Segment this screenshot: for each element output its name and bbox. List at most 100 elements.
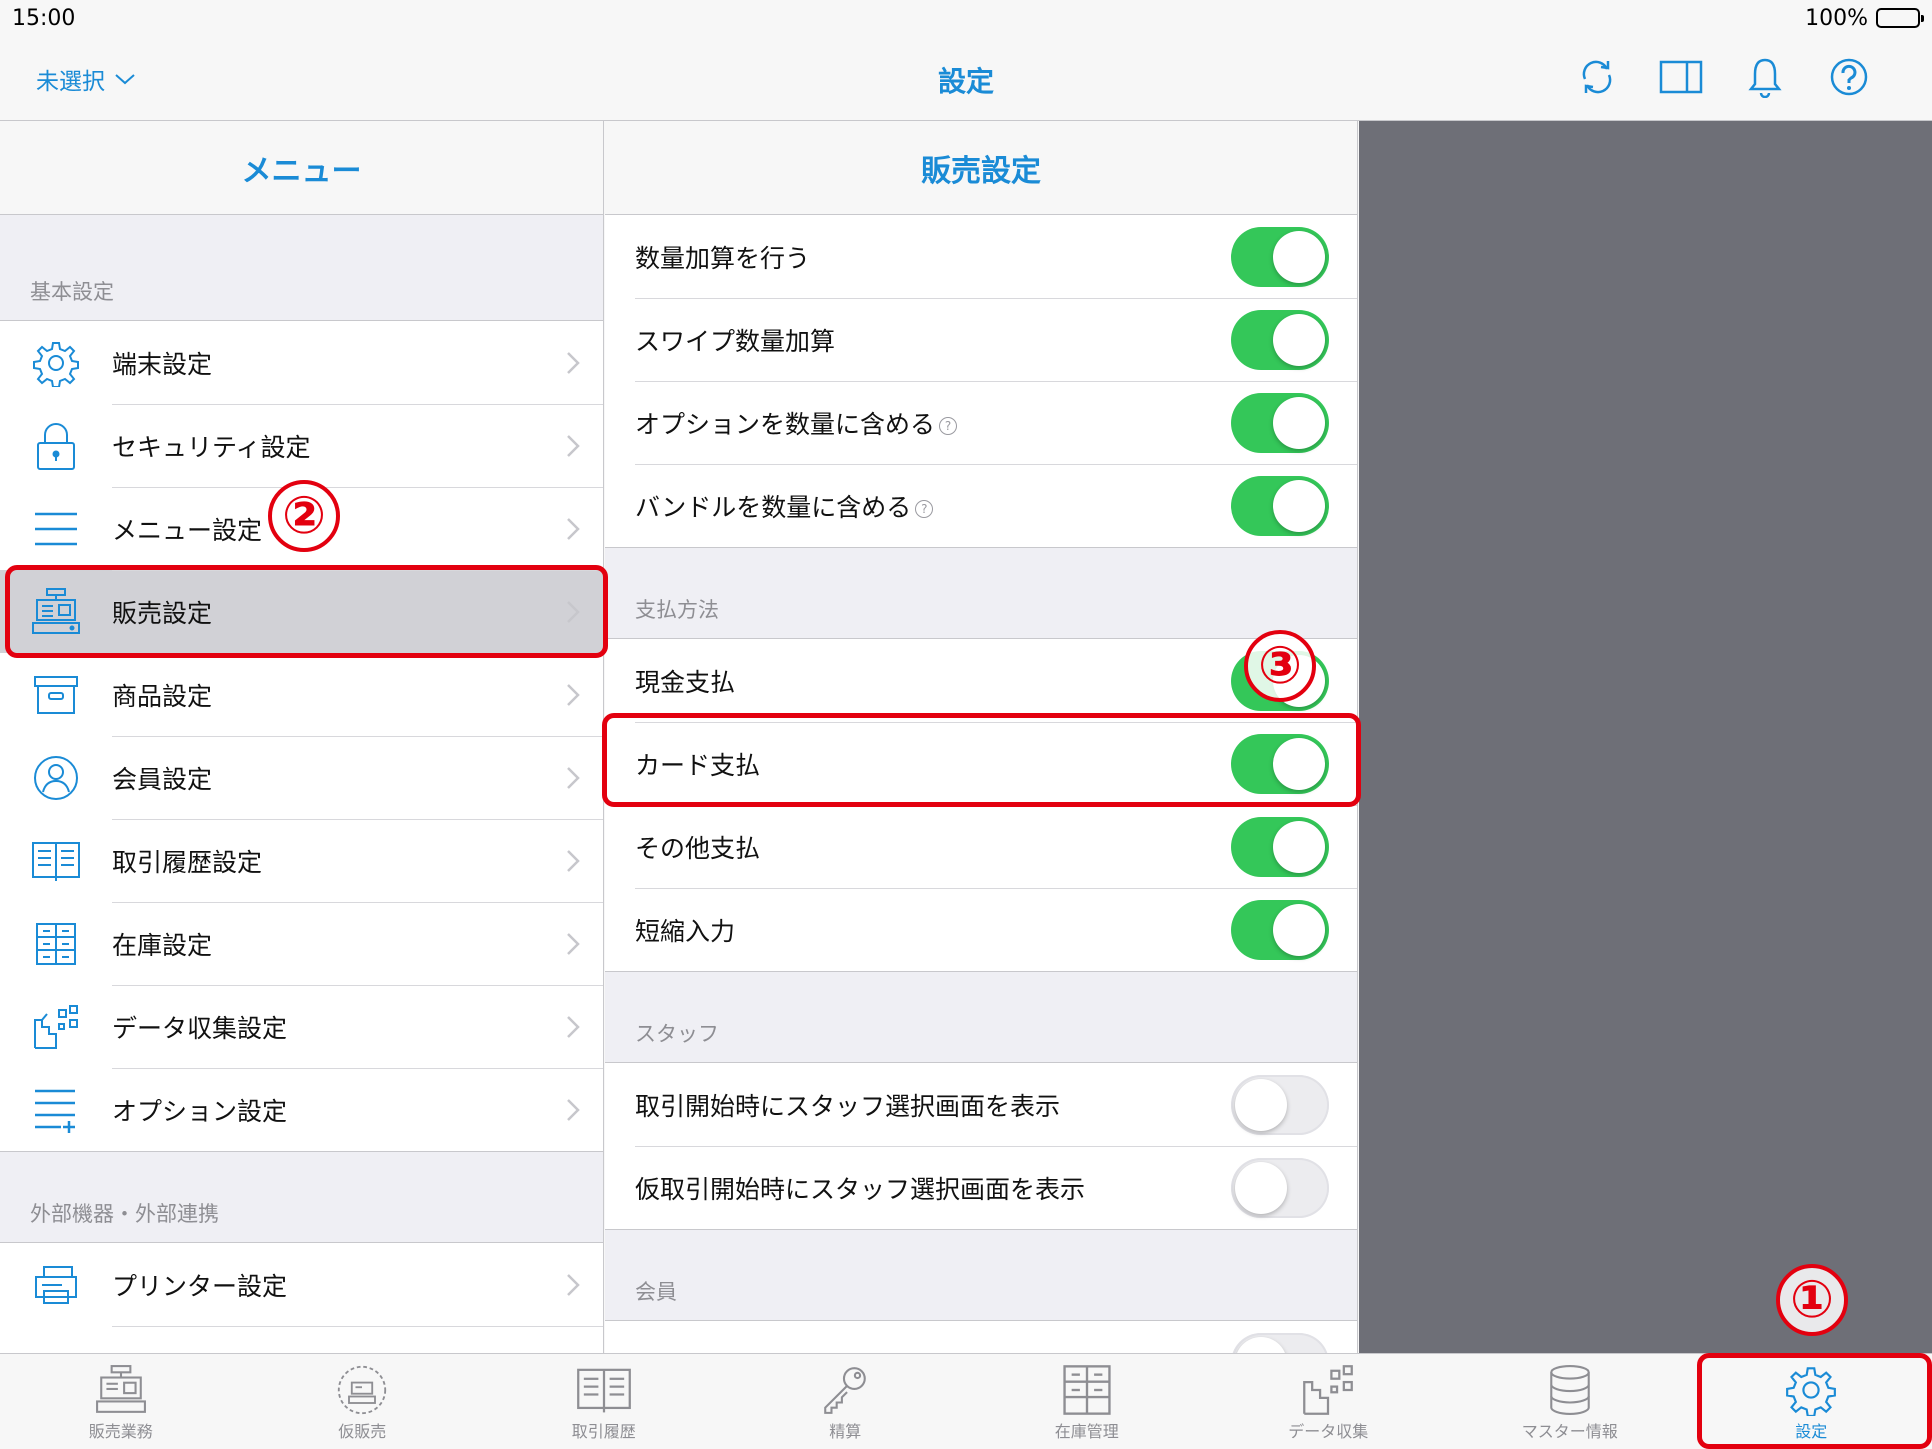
setting-row: オプションを数量に含める? [605, 381, 1357, 464]
settings-group-payment: 現金支払 カード支払 その他支払 短縮入力 [605, 638, 1357, 972]
database-icon [1549, 1365, 1590, 1415]
app-window: 15:00 100% 未選択 設定 メニュー 基本設定 端末設定 セキュリティ設… [0, 0, 1932, 1449]
printer-icon [0, 1265, 112, 1305]
box-icon [0, 675, 112, 715]
chevron-right-icon [543, 434, 603, 458]
book-icon [0, 839, 112, 883]
store-selector[interactable]: 未選択 [36, 62, 137, 96]
tab-bar: 販売業務 仮販売 取引履歴 精算 在庫管理 データ収集 マスター情報 設定 [0, 1353, 1932, 1449]
toggle-switch[interactable] [1231, 392, 1329, 453]
tab-settlement[interactable]: 精算 [725, 1354, 967, 1449]
register-icon [0, 587, 112, 637]
toggle-switch[interactable] [1231, 1074, 1329, 1135]
chevron-right-icon [543, 932, 603, 956]
toggle-switch[interactable] [1231, 1157, 1329, 1218]
setting-row: 数量加算を行う [605, 215, 1357, 298]
menu-section-header: 基本設定 [30, 280, 114, 304]
settings-group-quantity: 数量加算を行う スワイプ数量加算 オプションを数量に含める? バンドルを数量に含… [605, 215, 1357, 548]
tab-history[interactable]: 取引履歴 [483, 1354, 725, 1449]
annotation-number: ② [268, 480, 340, 552]
menu-item-printer-settings[interactable]: プリンター設定 [0, 1243, 603, 1326]
settings-section-header: スタッフ [635, 1022, 719, 1046]
lock-icon [0, 421, 112, 471]
data-collect-icon [0, 1004, 112, 1050]
toggle-switch[interactable] [1231, 309, 1329, 370]
store-selector-label: 未選択 [36, 69, 105, 95]
tab-settings[interactable]: 設定 [1691, 1354, 1932, 1449]
gear-icon [1786, 1367, 1837, 1416]
setting-row-card-payment: カード支払 [605, 722, 1357, 805]
book-icon [576, 1368, 631, 1413]
menu-item-security-settings[interactable]: セキュリティ設定 [0, 404, 603, 487]
person-icon [0, 754, 112, 802]
register-icon [95, 1365, 146, 1413]
settings-section-header: 支払方法 [635, 598, 719, 622]
menu-group-basic: 端末設定 セキュリティ設定 メニュー設定 販売設定 商品設定 会員設定 取引履歴… [0, 320, 603, 1152]
chevron-right-icon [543, 1098, 603, 1122]
annotation-number: ③ [1244, 630, 1316, 702]
chevron-right-icon [543, 600, 603, 624]
help-icon[interactable] [1826, 54, 1872, 100]
menu-item-data-collection-settings[interactable]: データ収集設定 [0, 985, 603, 1068]
menu-item-device-settings[interactable]: 端末設定 [0, 321, 603, 404]
chevron-right-icon [543, 766, 603, 790]
menu-item-transaction-history-settings[interactable]: 取引履歴設定 [0, 819, 603, 902]
refresh-icon[interactable] [1574, 54, 1620, 100]
setting-row: 現金支払 [605, 639, 1357, 722]
empty-panel [1359, 121, 1932, 1353]
toggle-switch[interactable] [1231, 1332, 1329, 1353]
nav-bar: 未選択 設定 [0, 36, 1932, 121]
gear-icon [0, 339, 112, 387]
help-icon[interactable]: ? [939, 416, 958, 435]
split-view-icon[interactable] [1658, 54, 1704, 100]
setting-row: その他支払 [605, 805, 1357, 888]
toggle-switch[interactable] [1231, 733, 1329, 794]
cabinet-icon [0, 922, 112, 966]
setting-row: バンドルを数量に含める? [605, 464, 1357, 547]
toggle-switch[interactable] [1231, 475, 1329, 536]
status-bar: 15:00 100% [0, 0, 1932, 36]
menu-panel: メニュー 基本設定 端末設定 セキュリティ設定 メニュー設定 販売設定 商品設定… [0, 121, 604, 1353]
menu-section-header: 外部機器・外部連携 [30, 1202, 219, 1226]
toggle-switch[interactable] [1231, 899, 1329, 960]
chevron-right-icon [543, 1015, 603, 1039]
tab-master[interactable]: マスター情報 [1449, 1354, 1691, 1449]
setting-row-partial [605, 1321, 1357, 1353]
help-icon[interactable]: ? [915, 499, 934, 518]
setting-row: 短縮入力 [605, 888, 1357, 971]
chevron-right-icon [543, 683, 603, 707]
tab-data-collection[interactable]: データ収集 [1208, 1354, 1450, 1449]
detail-title: 販売設定 [605, 121, 1357, 215]
tab-temp-sales[interactable]: 仮販売 [242, 1354, 484, 1449]
menu-item-sales-settings[interactable]: 販売設定 [0, 570, 603, 653]
settings-section-header: 会員 [635, 1280, 677, 1304]
chevron-down-icon [115, 74, 135, 85]
cabinet-icon [1063, 1365, 1111, 1415]
list-plus-icon [0, 1087, 112, 1133]
battery-icon [1876, 8, 1924, 28]
menu-title: メニュー [0, 121, 603, 215]
chevron-right-icon [543, 1273, 603, 1297]
battery-percent: 100% [1805, 5, 1868, 31]
chevron-right-icon [543, 351, 603, 375]
bell-icon[interactable] [1742, 54, 1788, 100]
menu-group-external: プリンター設定 [0, 1242, 603, 1353]
menu-item-member-settings[interactable]: 会員設定 [0, 736, 603, 819]
tab-sales[interactable]: 販売業務 [0, 1354, 242, 1449]
menu-item-partial[interactable] [0, 1326, 603, 1353]
key-icon [824, 1367, 867, 1414]
annotation-number: ① [1776, 1264, 1848, 1336]
menu-item-inventory-settings[interactable]: 在庫設定 [0, 902, 603, 985]
tab-inventory[interactable]: 在庫管理 [966, 1354, 1208, 1449]
temp-register-icon [338, 1365, 387, 1415]
status-time: 15:00 [12, 5, 76, 31]
menu-item-option-settings[interactable]: オプション設定 [0, 1068, 603, 1151]
toggle-switch[interactable] [1231, 226, 1329, 287]
chevron-right-icon [543, 849, 603, 873]
settings-group-staff: 取引開始時にスタッフ選択画面を表示 仮取引開始時にスタッフ選択画面を表示 [605, 1062, 1357, 1230]
sales-settings-panel: 販売設定 数量加算を行う スワイプ数量加算 オプションを数量に含める? バンドル… [605, 121, 1358, 1353]
setting-row: スワイプ数量加算 [605, 298, 1357, 381]
toggle-switch[interactable] [1231, 816, 1329, 877]
list-icon [0, 509, 112, 549]
menu-item-product-settings[interactable]: 商品設定 [0, 653, 603, 736]
